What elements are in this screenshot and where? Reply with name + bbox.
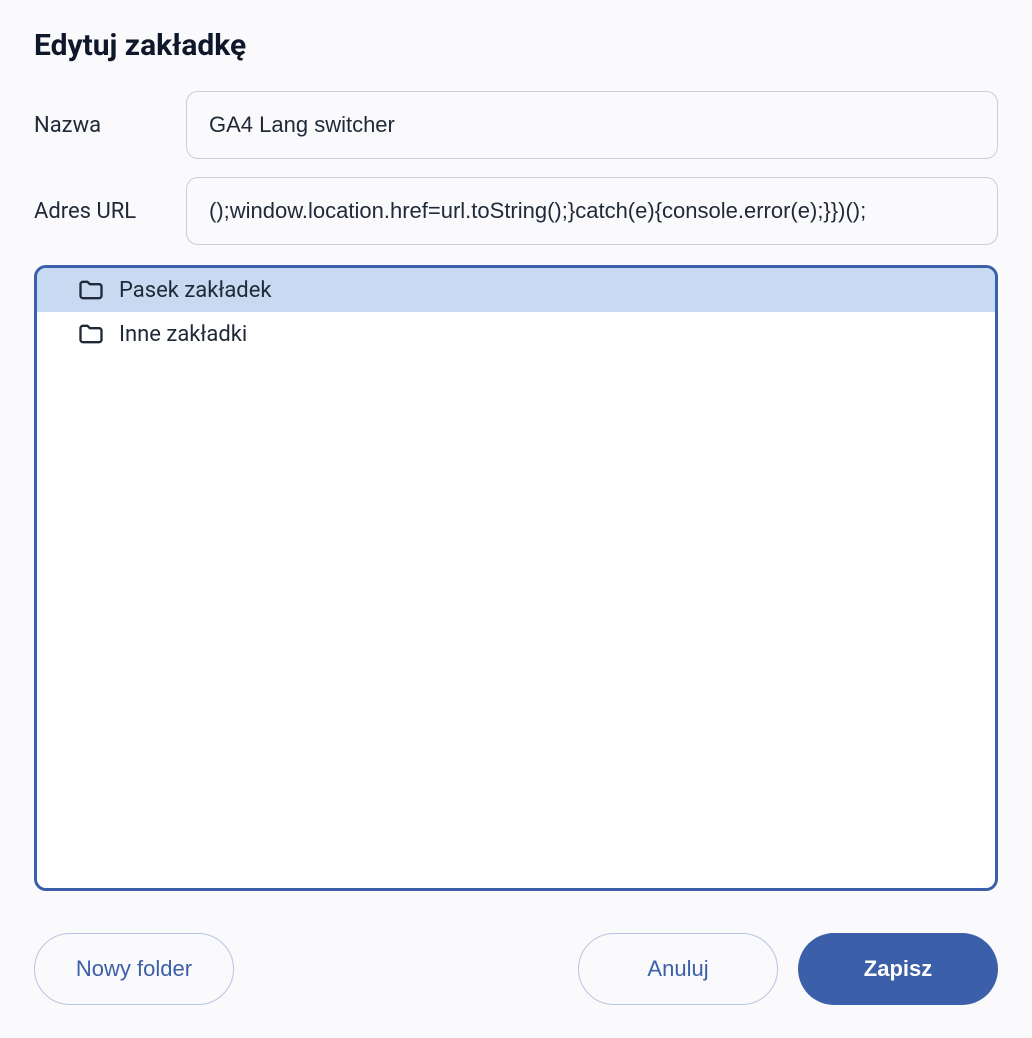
url-label: Adres URL — [34, 199, 186, 224]
cancel-button[interactable]: Anuluj — [578, 933, 778, 1005]
folder-item-bookmarks-bar[interactable]: Pasek zakładek — [37, 268, 995, 312]
url-input[interactable] — [186, 177, 998, 245]
name-input[interactable] — [186, 91, 998, 159]
save-button[interactable]: Zapisz — [798, 933, 998, 1005]
dialog-actions: Nowy folder Anuluj Zapisz — [34, 933, 998, 1005]
new-folder-button[interactable]: Nowy folder — [34, 933, 234, 1005]
folder-tree[interactable]: Pasek zakładek Inne zakładki — [34, 265, 998, 891]
dialog-actions-right: Anuluj Zapisz — [578, 933, 998, 1005]
folder-icon — [77, 276, 105, 304]
name-label: Nazwa — [34, 113, 186, 138]
name-field-row: Nazwa — [34, 91, 998, 159]
folder-item-label: Pasek zakładek — [119, 278, 272, 303]
folder-item-other-bookmarks[interactable]: Inne zakładki — [37, 312, 995, 356]
dialog-title: Edytuj zakładkę — [34, 28, 998, 63]
url-field-row: Adres URL — [34, 177, 998, 245]
folder-item-label: Inne zakładki — [119, 322, 247, 347]
folder-icon — [77, 320, 105, 348]
